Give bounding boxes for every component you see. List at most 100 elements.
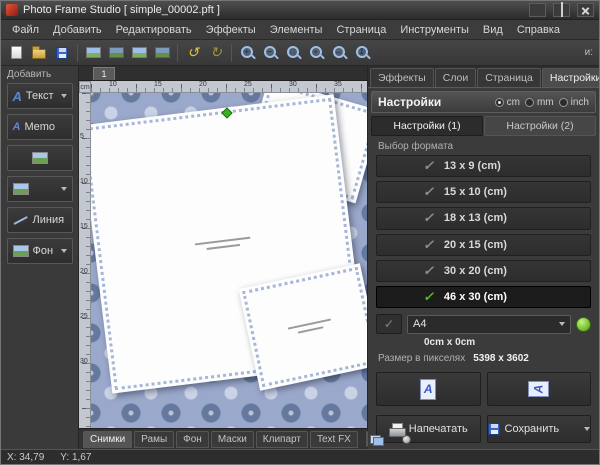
menu-add[interactable]: Добавить — [46, 22, 109, 38]
check-icon — [423, 237, 434, 253]
zoom-fit-width-button[interactable] — [328, 42, 350, 64]
zoom-fit-width-icon — [332, 45, 347, 60]
settings-subtabs: Настройки (1) Настройки (2) — [371, 116, 596, 136]
add-clipart-button[interactable] — [151, 42, 173, 64]
paper-check-button[interactable] — [376, 314, 402, 334]
zoom-fit-page-button[interactable] — [305, 42, 327, 64]
unit-inch-label: inch — [571, 97, 589, 108]
titlebar: Photo Frame Studio [ simple_00002.pft ] — [1, 1, 599, 20]
format-option-30x20[interactable]: 30 x 20 (cm) — [376, 260, 591, 282]
zoom-in-button[interactable] — [236, 42, 258, 64]
format-label: 13 x 9 (cm) — [444, 160, 501, 172]
save-icon — [488, 423, 500, 435]
tab-settings[interactable]: Настройки — [542, 68, 600, 87]
menubar: Файл Добавить Редактировать Эффекты Элем… — [1, 20, 599, 40]
menu-effects[interactable]: Эффекты — [199, 22, 263, 38]
save-button[interactable]: Сохранить — [487, 415, 592, 443]
format-section-label: Выбор формата — [368, 139, 599, 155]
background-icon — [13, 245, 29, 257]
add-sidebar: Добавить Текст Memo Линия — [1, 66, 79, 449]
format-option-18x13[interactable]: 18 x 13 (cm) — [376, 207, 591, 229]
add-frame-button[interactable] — [105, 42, 127, 64]
pixel-size-label: Размер в пикселях — [378, 353, 465, 364]
toolbar-clipped-label: и: — [585, 47, 595, 58]
tab-effects[interactable]: Эффекты — [370, 68, 434, 87]
apply-paper-button[interactable] — [576, 317, 591, 332]
portrait-button[interactable] — [376, 372, 481, 406]
new-document-button[interactable] — [5, 42, 27, 64]
background-button[interactable]: Фон — [7, 238, 73, 264]
tab-layers[interactable]: Слои — [435, 68, 477, 87]
close-button[interactable] — [577, 3, 594, 17]
tab-clipart[interactable]: Клипарт — [256, 431, 308, 448]
maximize-button[interactable] — [553, 3, 570, 17]
zoom-out-icon — [263, 45, 278, 60]
zoom-selection-button[interactable] — [282, 42, 304, 64]
page-tab-1[interactable]: 1 — [93, 67, 115, 80]
menu-edit[interactable]: Редактировать — [109, 22, 199, 38]
add-memo-button[interactable]: Memo — [7, 114, 73, 140]
add-image-button[interactable] — [7, 145, 73, 171]
zoom-in-icon — [240, 45, 255, 60]
subtab-settings-2[interactable]: Настройки (2) — [484, 116, 596, 136]
minimize-button[interactable] — [529, 3, 546, 17]
design-canvas[interactable] — [91, 93, 367, 428]
zoom-out-button[interactable] — [259, 42, 281, 64]
app-icon — [6, 4, 18, 16]
landscape-button[interactable] — [487, 372, 592, 406]
tab-page[interactable]: Страница — [477, 68, 541, 87]
unit-radio-mm[interactable]: mm — [525, 97, 554, 108]
format-label: 20 x 15 (cm) — [444, 239, 507, 251]
print-button[interactable]: Напечатать — [376, 415, 481, 443]
status-bar: X: 34,79 Y: 1,67 — [1, 449, 599, 464]
menu-tools[interactable]: Инструменты — [393, 22, 476, 38]
memo-icon — [13, 121, 21, 134]
format-label: 15 x 10 (cm) — [444, 186, 507, 198]
photo-stack-button[interactable] — [366, 431, 368, 447]
format-option-20x15[interactable]: 20 x 15 (cm) — [376, 234, 591, 256]
add-line-button[interactable]: Линия — [7, 207, 73, 233]
menu-view[interactable]: Вид — [476, 22, 510, 38]
menu-elements[interactable]: Элементы — [263, 22, 330, 38]
add-photo-icon — [86, 47, 101, 58]
tab-backgrounds[interactable]: Фон — [176, 431, 209, 448]
subtab-settings-1[interactable]: Настройки (1) — [371, 116, 483, 136]
tab-snapshots[interactable]: Снимки — [83, 431, 132, 448]
save-file-button[interactable] — [51, 42, 73, 64]
add-photo-button[interactable] — [82, 42, 104, 64]
add-mask-button[interactable] — [128, 42, 150, 64]
menu-file[interactable]: Файл — [5, 22, 46, 38]
maximize-icon — [561, 4, 563, 16]
add-memo-label: Memo — [24, 121, 55, 133]
save-label: Сохранить — [505, 423, 560, 435]
unit-radio-inch[interactable]: inch — [559, 97, 589, 108]
printer-icon — [389, 423, 404, 436]
format-option-13x9[interactable]: 13 x 9 (cm) — [376, 155, 591, 177]
undo-button[interactable] — [182, 42, 204, 64]
ruler-mark: 15 — [80, 223, 88, 230]
add-line-label: Линия — [33, 214, 65, 226]
menu-page[interactable]: Страница — [329, 22, 393, 38]
tab-textfx[interactable]: Text FX — [310, 431, 358, 448]
tab-frames[interactable]: Рамы — [134, 431, 174, 448]
chevron-down-icon — [61, 187, 67, 191]
ruler-unit-label: cm — [79, 81, 91, 93]
ruler-mark: 20 — [199, 81, 207, 88]
format-label: 18 x 13 (cm) — [444, 212, 507, 224]
unit-radio-cm[interactable]: cm — [495, 97, 520, 108]
tab-masks[interactable]: Маски — [211, 431, 254, 448]
format-option-46x30-selected[interactable]: 46 x 30 (cm) — [376, 286, 591, 308]
toolbar-separator — [177, 44, 178, 62]
menu-help[interactable]: Справка — [510, 22, 567, 38]
open-file-button[interactable] — [28, 42, 50, 64]
add-clipart-icon — [155, 47, 170, 58]
radio-dot-icon — [525, 98, 534, 107]
add-shape-button[interactable] — [7, 176, 73, 202]
custom-size-value: 0cm x 0cm — [424, 337, 599, 348]
zoom-actual-button[interactable] — [351, 42, 373, 64]
add-text-button[interactable]: Текст — [7, 83, 73, 109]
format-option-15x10[interactable]: 15 x 10 (cm) — [376, 181, 591, 203]
redo-button[interactable] — [205, 42, 227, 64]
ruler-mark: 5 — [80, 133, 84, 140]
paper-size-select[interactable]: A4 — [407, 315, 571, 334]
